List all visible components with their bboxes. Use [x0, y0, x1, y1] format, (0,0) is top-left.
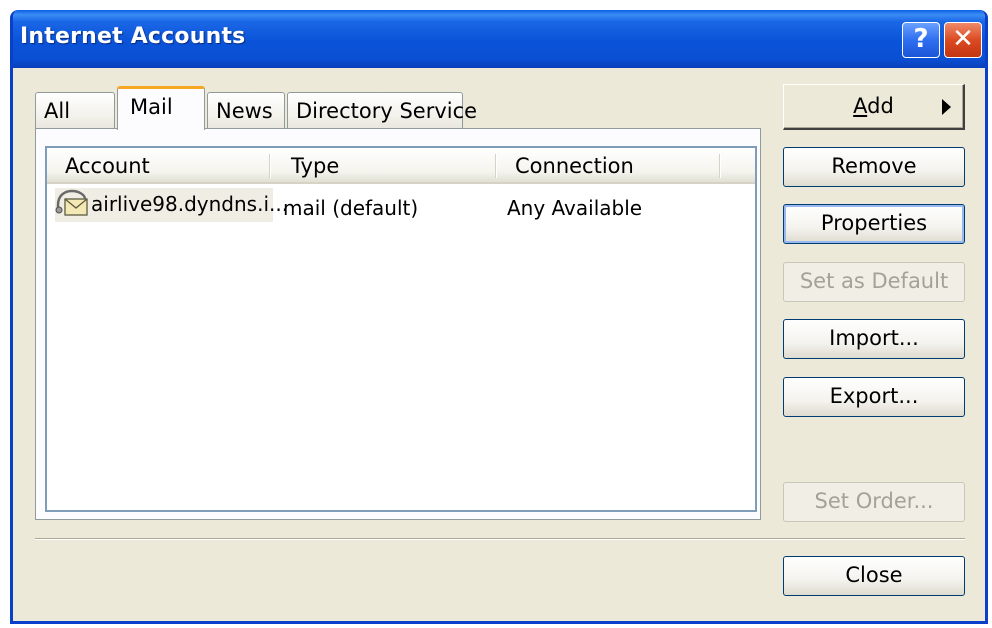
- column-header-connection[interactable]: Connection: [497, 148, 719, 182]
- button-label: Import...: [829, 326, 919, 350]
- button-label: Export...: [829, 384, 919, 408]
- button-label: Remove: [831, 154, 917, 178]
- tab-label: Directory Service: [296, 99, 478, 123]
- mail-tab-panel: Account Type Connection airlive98.dyndns…: [35, 128, 761, 520]
- list-header: Account Type Connection: [47, 148, 755, 184]
- accounts-list[interactable]: Account Type Connection airlive98.dyndns…: [45, 146, 757, 512]
- connection-cell: Any Available: [507, 188, 642, 222]
- add-button[interactable]: Add: [783, 84, 965, 130]
- set-as-default-button[interactable]: Set as Default: [783, 262, 965, 302]
- connection-value: Any Available: [507, 196, 643, 220]
- column-divider[interactable]: [269, 154, 271, 178]
- account-name: airlive98.dyndns.i...: [91, 192, 289, 216]
- tab-label: News: [216, 99, 273, 123]
- tab-label: Mail: [130, 95, 173, 119]
- properties-button[interactable]: Properties: [783, 204, 965, 244]
- set-order-button[interactable]: Set Order...: [783, 482, 965, 522]
- window-close-button[interactable]: ✕: [944, 22, 982, 58]
- window-title: Internet Accounts: [20, 24, 246, 49]
- column-header-type[interactable]: Type: [273, 148, 495, 182]
- add-accelerator: A: [853, 94, 868, 118]
- remove-button[interactable]: Remove: [783, 147, 965, 187]
- type-value: mail (default): [283, 196, 419, 220]
- column-header-account[interactable]: Account: [47, 148, 269, 182]
- tab-directory-service[interactable]: Directory Service: [287, 92, 477, 130]
- button-label: Properties: [820, 211, 928, 235]
- tab-label: All: [44, 99, 71, 123]
- account-cell[interactable]: airlive98.dyndns.i...: [55, 188, 288, 222]
- divider: [35, 538, 965, 540]
- type-cell: mail (default): [283, 188, 418, 222]
- import-button[interactable]: Import...: [783, 319, 965, 359]
- column-divider[interactable]: [719, 154, 721, 178]
- title-bar[interactable]: Internet Accounts ? ✕: [13, 10, 985, 68]
- column-header-label: Type: [291, 154, 340, 178]
- button-label: Close: [845, 563, 903, 587]
- submenu-arrow-icon: [942, 99, 951, 115]
- export-button[interactable]: Export...: [783, 377, 965, 417]
- column-header-label: Connection: [515, 154, 634, 178]
- tab-news[interactable]: News: [207, 92, 285, 130]
- help-icon: ?: [913, 24, 929, 54]
- help-button[interactable]: ?: [902, 22, 940, 58]
- close-button[interactable]: Close: [783, 556, 965, 596]
- mail-account-icon: [55, 189, 88, 216]
- tab-mail[interactable]: Mail: [117, 86, 205, 130]
- internet-accounts-dialog: Internet Accounts ? ✕ All Mail News Dire…: [10, 10, 988, 624]
- add-label: dd: [867, 94, 894, 118]
- column-header-label: Account: [65, 154, 150, 178]
- button-label: Set Order...: [814, 489, 934, 513]
- button-label: Set as Default: [799, 269, 949, 293]
- table-row[interactable]: airlive98.dyndns.i... mail (default) Any…: [47, 188, 755, 222]
- close-icon: ✕: [952, 24, 974, 54]
- tab-all[interactable]: All: [35, 92, 115, 130]
